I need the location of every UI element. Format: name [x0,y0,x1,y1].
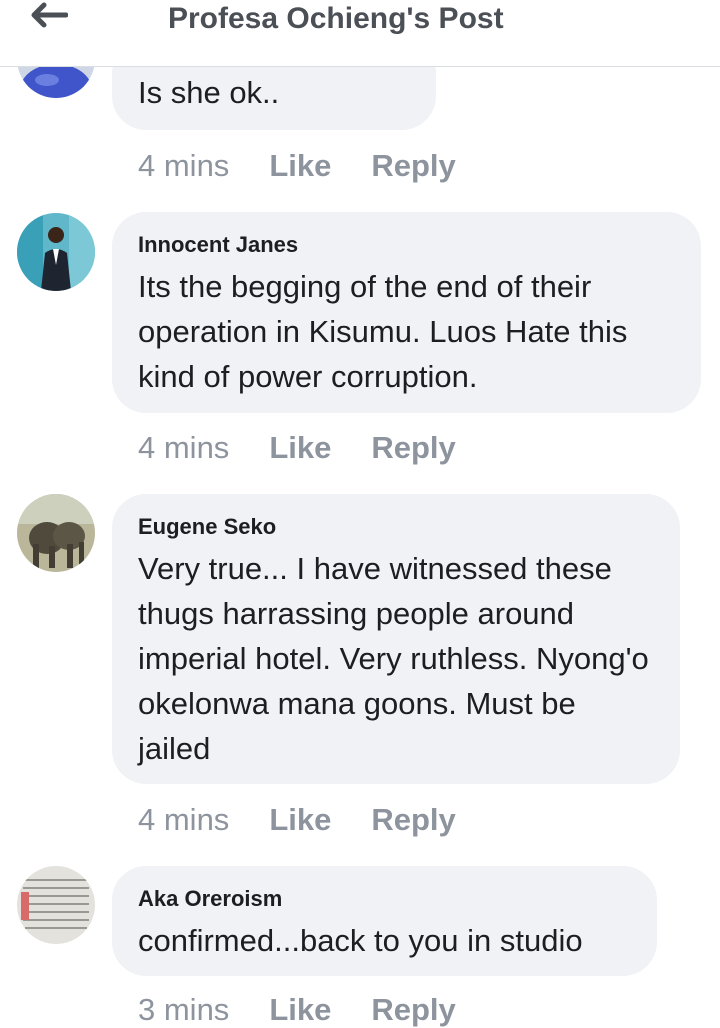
comment-3-avatar[interactable] [17,494,95,572]
comment-3-time: 4 mins [138,802,230,837]
comment-3-author[interactable]: Eugene Seko [138,514,654,540]
comment-2-text: Its the begging of the end of their oper… [138,269,628,394]
comment-4-author[interactable]: Aka Oreroism [138,886,631,912]
comment-1-like-button[interactable]: Like [269,148,331,184]
comment-2-bubble[interactable]: Innocent Janes Its the begging of the en… [112,212,701,413]
comment-4-time: 3 mins [138,992,230,1027]
comment-2-time: 4 mins [138,430,230,465]
comment-4-meta: 3 mins Like Reply [138,992,456,1028]
comment-3-reply-button[interactable]: Reply [371,802,455,838]
comment-3-like-button[interactable]: Like [269,802,331,838]
comment-4-reply-button[interactable]: Reply [371,992,455,1028]
comment-2-avatar[interactable] [17,213,95,291]
comment-4-bubble[interactable]: Aka Oreroism confirmed...back to you in … [112,866,657,976]
back-arrow-icon[interactable] [28,2,69,28]
comment-1-text: Is she ok.. [138,75,280,110]
comment-2-like-button[interactable]: Like [269,430,331,466]
comment-3-bubble[interactable]: Eugene Seko Very true... I have witnesse… [112,494,680,784]
comment-4-like-button[interactable]: Like [269,992,331,1028]
comment-2-meta: 4 mins Like Reply [138,430,456,466]
comments-list: Is she ok.. 4 mins Like Reply Innocent J… [0,0,720,1027]
comment-1-time: 4 mins [138,148,230,183]
comment-1-reply-button[interactable]: Reply [371,148,455,184]
comment-4-text: confirmed...back to you in studio [138,923,583,958]
page-title: Profesa Ochieng's Post [168,2,504,35]
comment-4-avatar[interactable] [17,866,95,944]
comment-2-reply-button[interactable]: Reply [371,430,455,466]
post-header: Profesa Ochieng's Post [0,0,720,67]
comment-3-meta: 4 mins Like Reply [138,802,456,838]
comment-3-text: Very true... I have witnessed these thug… [138,551,649,766]
comment-2-author[interactable]: Innocent Janes [138,232,675,258]
comment-1-meta: 4 mins Like Reply [138,148,456,184]
